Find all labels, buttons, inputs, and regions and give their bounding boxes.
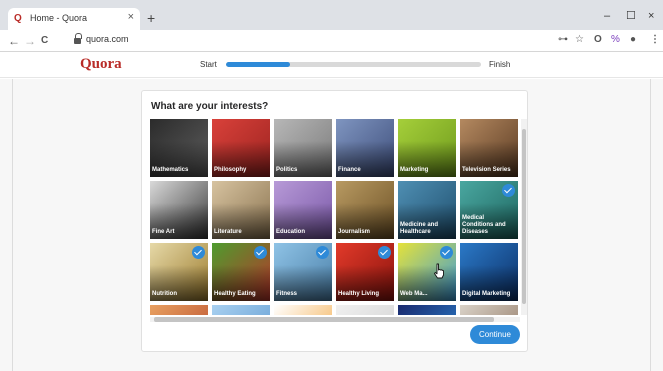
topic-tile[interactable]: Web Ma...: [398, 243, 456, 301]
topic-tile[interactable]: Medicine and Healthcare: [398, 181, 456, 239]
topic-label: Fine Art: [152, 229, 175, 235]
topic-label: Web Ma...: [400, 291, 428, 297]
topic-label: Medicine and Healthcare: [400, 222, 439, 235]
topic-label: Mathematics: [152, 167, 189, 173]
browser-tab-strip: Q Home - Quora × + – ☐ ×: [0, 0, 663, 30]
topic-tile[interactable]: Medical Conditions and Diseases: [460, 181, 518, 239]
address-bar[interactable]: quora.com: [64, 33, 544, 49]
progress-start-label: Start: [200, 60, 217, 69]
topic-label: Fitness: [276, 291, 298, 297]
checkmark-icon: [254, 246, 267, 259]
checkmark-icon: [192, 246, 205, 259]
topic-tile[interactable]: [150, 305, 208, 315]
topic-tile[interactable]: [212, 305, 270, 315]
new-tab-button[interactable]: +: [147, 11, 155, 25]
quora-logo[interactable]: Quora: [80, 56, 122, 73]
topic-tile[interactable]: Fine Art: [150, 181, 208, 239]
topic-label: Digital Marketing: [462, 291, 511, 297]
bookmark-star-icon[interactable]: ☆: [575, 34, 584, 46]
topic-label: Nutrition: [152, 291, 177, 297]
topic-tile[interactable]: Healthy Living: [336, 243, 394, 301]
topic-label: Education: [276, 229, 306, 235]
screen: Q Home - Quora × + – ☐ × ← → C quora.com…: [0, 0, 663, 371]
checkmark-icon: [440, 246, 453, 259]
topic-tile[interactable]: Finance: [336, 119, 394, 177]
topic-tile[interactable]: [398, 305, 456, 315]
topic-tile[interactable]: Digital Marketing: [460, 243, 518, 301]
window-maximize-button[interactable]: ☐: [626, 10, 636, 22]
url-text: quora.com: [86, 34, 129, 44]
topic-label: Healthy Living: [338, 291, 380, 297]
topic-tile[interactable]: Marketing: [398, 119, 456, 177]
browser-toolbar: ← → C quora.com ⊶ ☆ O % ● ⋮: [0, 30, 663, 52]
topic-tile[interactable]: Television Series: [460, 119, 518, 177]
account-icon[interactable]: ●: [630, 34, 636, 46]
browser-menu-icon[interactable]: ⋮: [650, 34, 660, 46]
continue-button[interactable]: Continue: [470, 325, 520, 344]
topic-tile[interactable]: Literature: [212, 181, 270, 239]
topic-label: Literature: [214, 229, 242, 235]
page-left-border: [12, 79, 13, 371]
checkmark-icon: [502, 184, 515, 197]
back-button[interactable]: ←: [8, 34, 20, 48]
tab-title: Home - Quora: [30, 13, 88, 23]
lock-icon: [74, 33, 82, 44]
progress-finish-label: Finish: [489, 60, 511, 69]
topic-tile[interactable]: Journalism: [336, 181, 394, 239]
opera-extension-icon[interactable]: O: [594, 34, 602, 46]
topic-tile[interactable]: [460, 305, 518, 315]
topic-label: Television Series: [462, 167, 511, 173]
topics-grid: Mathematics Philosophy Politics Finance Mark…: [150, 119, 520, 315]
tab-close-icon[interactable]: ×: [128, 11, 134, 23]
topic-tile[interactable]: Philosophy: [212, 119, 270, 177]
browser-tab[interactable]: Q Home - Quora ×: [8, 8, 140, 30]
topic-label: Philosophy: [214, 167, 247, 173]
window-close-button[interactable]: ×: [648, 10, 654, 22]
topic-label: Politics: [276, 167, 298, 173]
topic-tile[interactable]: Politics: [274, 119, 332, 177]
quora-header: Quora Start Finish: [0, 52, 663, 78]
vertical-scroll-thumb[interactable]: [522, 129, 526, 304]
topic-tile[interactable]: Education: [274, 181, 332, 239]
topic-tile[interactable]: Nutrition: [150, 243, 208, 301]
topic-label: Finance: [338, 167, 361, 173]
interests-modal: What are your interests? Mathematics Phil…: [141, 90, 528, 352]
progress-fill: [226, 62, 290, 67]
forward-button[interactable]: →: [24, 34, 36, 48]
topic-tile[interactable]: [274, 305, 332, 315]
checkmark-icon: [378, 246, 391, 259]
topic-tile[interactable]: Fitness: [274, 243, 332, 301]
topic-label: Marketing: [400, 167, 429, 173]
topic-tile[interactable]: Healthy Eating: [212, 243, 270, 301]
topic-tile[interactable]: Mathematics: [150, 119, 208, 177]
extension-badge-icon[interactable]: %: [611, 34, 620, 46]
key-icon[interactable]: ⊶: [558, 34, 568, 46]
topic-label: Medical Conditions and Diseases: [462, 215, 506, 235]
modal-title: What are your interests?: [151, 101, 269, 112]
topic-label: Healthy Eating: [214, 291, 256, 297]
page-right-border: [650, 79, 651, 371]
topic-tile[interactable]: Online: [336, 305, 394, 315]
checkmark-icon: [316, 246, 329, 259]
reload-button[interactable]: C: [41, 34, 48, 48]
horizontal-scroll-thumb[interactable]: [154, 317, 494, 322]
vertical-scrollbar[interactable]: [521, 119, 527, 315]
hand-cursor-icon: [434, 263, 444, 279]
onboarding-progress-bar: [226, 62, 481, 67]
horizontal-scrollbar[interactable]: [150, 317, 520, 322]
topic-label: Journalism: [338, 229, 371, 235]
window-minimize-button[interactable]: –: [604, 10, 610, 22]
quora-favicon-icon: Q: [14, 13, 22, 24]
